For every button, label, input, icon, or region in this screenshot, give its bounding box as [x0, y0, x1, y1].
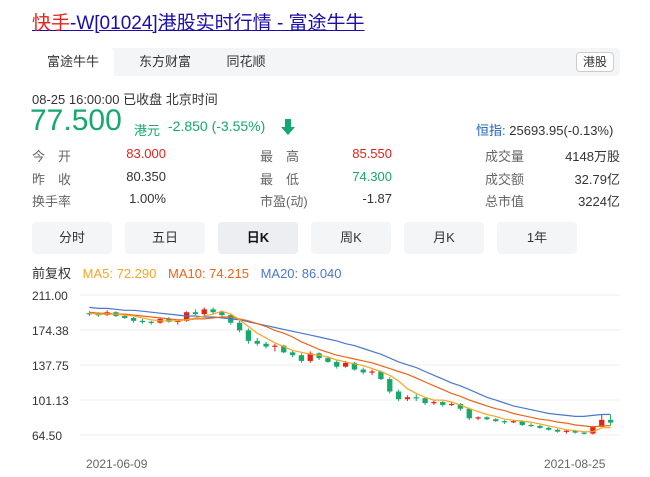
candlestick-chart[interactable]: 211.00 174.38 137.75 101.13 64.50 2021-06-09 2… [0, 280, 650, 477]
period-1year-button[interactable]: 1年 [497, 222, 577, 254]
stat-volume-label: 成交量 [485, 149, 525, 164]
stat-turnover-rate-value: 1.00% [129, 191, 166, 206]
adjust-mode[interactable]: 前复权 [32, 266, 71, 281]
hang-seng-index[interactable]: 恒指: 25693.95(-0.13%) [476, 120, 613, 139]
stat-pe-value: -1.87 [362, 191, 392, 206]
candle-body [334, 361, 340, 367]
x-tick-label: 2021-06-09 [86, 457, 148, 471]
tab-futu-label: 富途牛牛 [46, 54, 99, 69]
candle-body [528, 424, 534, 427]
stat-high-label: 最 高 [260, 149, 300, 164]
candle-body [422, 398, 428, 403]
candle-body [289, 352, 296, 356]
ma10-legend: MA10: 74.215 [167, 266, 249, 281]
candle-body [148, 321, 154, 323]
candle-body [192, 312, 199, 315]
candle-body [219, 312, 225, 316]
candle-body [581, 432, 587, 434]
stat-market-cap-value: 3224亿 [578, 194, 620, 209]
candle-body [537, 425, 543, 428]
stat-volume-value: 4148万股 [565, 149, 620, 164]
y-tick-label: 101.13 [32, 394, 69, 408]
candle-body [395, 391, 402, 400]
x-tick-label: 2021-08-25 [544, 457, 606, 471]
candle-body [475, 417, 481, 419]
period-monthly-k-button[interactable]: 月K [404, 222, 484, 254]
stat-low-value: 74.300 [352, 169, 392, 184]
y-tick-label: 64.50 [32, 429, 62, 443]
candle-body [466, 408, 472, 419]
candle-body [554, 429, 561, 432]
stat-low-label: 最 低 [260, 172, 300, 187]
tab-futu[interactable]: 富途牛牛 [32, 48, 114, 76]
last-price: 77.500 [30, 104, 122, 137]
candle-body [607, 419, 614, 423]
tab-tonghuashun-label: 同花顺 [226, 54, 266, 69]
stat-turnover-rate-label: 换手率 [32, 194, 72, 209]
candle-body [413, 397, 419, 399]
stat-turnover-amount-value: 32.79亿 [574, 172, 620, 187]
source-tabs: 富途牛牛 东方财富 同花顺 港股 [32, 48, 620, 76]
stat-turnover-amount-label: 成交额 [485, 172, 525, 187]
candle-body [298, 355, 305, 361]
candle-body [122, 316, 128, 318]
stat-pe-label: 市盈(动) [260, 194, 308, 209]
candle-body [325, 358, 331, 362]
stat-prev-close-value: 80.350 [126, 169, 166, 184]
candle-body [210, 309, 216, 313]
candle-body [590, 426, 596, 434]
period-daily-k-button[interactable]: 日K [218, 222, 298, 254]
ma20-legend: MA20: 86.040 [260, 266, 342, 281]
candle-body [272, 345, 278, 347]
y-tick-label: 174.38 [32, 324, 69, 338]
candle-body [236, 322, 243, 331]
ma5-line [89, 310, 611, 433]
candle-body [245, 330, 252, 341]
candle-body [484, 417, 490, 420]
candle-body [448, 403, 455, 406]
candle-body [254, 340, 260, 344]
candle-body [404, 397, 411, 400]
candle-body [201, 309, 207, 315]
market-badge: 港股 [575, 52, 614, 72]
stat-open-label: 今 开 [32, 149, 72, 164]
period-5day-button[interactable]: 五日 [125, 222, 205, 254]
candle-body [360, 369, 366, 373]
index-label[interactable]: 恒指: [476, 123, 506, 138]
tab-eastmoney[interactable]: 东方财富 [124, 48, 206, 76]
candle-body [493, 419, 499, 422]
y-tick-label: 137.75 [32, 359, 69, 373]
period-weekly-k-button[interactable]: 周K [311, 222, 391, 254]
stat-open-value: 83.000 [126, 146, 166, 161]
candle-body [510, 421, 517, 423]
candle-body [369, 371, 375, 373]
price-change: -2.850 (-3.55%) [168, 118, 266, 134]
stat-market-cap-label: 总市值 [485, 194, 525, 209]
quote-timezone: 北京时间 [165, 92, 218, 107]
candle-body [440, 402, 446, 405]
candle-body [546, 427, 552, 430]
y-tick-label: 211.00 [32, 289, 68, 303]
quote-status: 已收盘 [123, 92, 163, 107]
index-value: 25693.95(-0.13%) [509, 123, 614, 138]
tab-eastmoney-label: 东方财富 [138, 54, 191, 69]
candle-body [501, 421, 508, 423]
candle-body [263, 343, 269, 347]
candle-body [342, 362, 349, 367]
candle-body [563, 430, 570, 432]
candle-body [139, 320, 146, 323]
tab-tonghuashun[interactable]: 同花顺 [212, 48, 280, 76]
page-title[interactable]: 快手-W[01024]港股实时行情 - 富途牛牛 [32, 8, 365, 35]
ma5-legend: MA5: 72.290 [82, 266, 157, 281]
arrow-down-icon [281, 119, 295, 135]
candle-body [431, 402, 437, 404]
stat-high-value: 85.550 [352, 146, 392, 161]
candle-body [387, 379, 393, 392]
page-title-stock-name[interactable]: 快手 [32, 13, 70, 34]
period-intraday-button[interactable]: 分时 [32, 222, 112, 254]
page-title-rest[interactable]: -W[01024]港股实时行情 - 富途牛牛 [70, 13, 365, 34]
currency-unit: 港元 [134, 123, 161, 138]
stat-prev-close-label: 昨 收 [32, 172, 72, 187]
candle-body [130, 317, 137, 321]
